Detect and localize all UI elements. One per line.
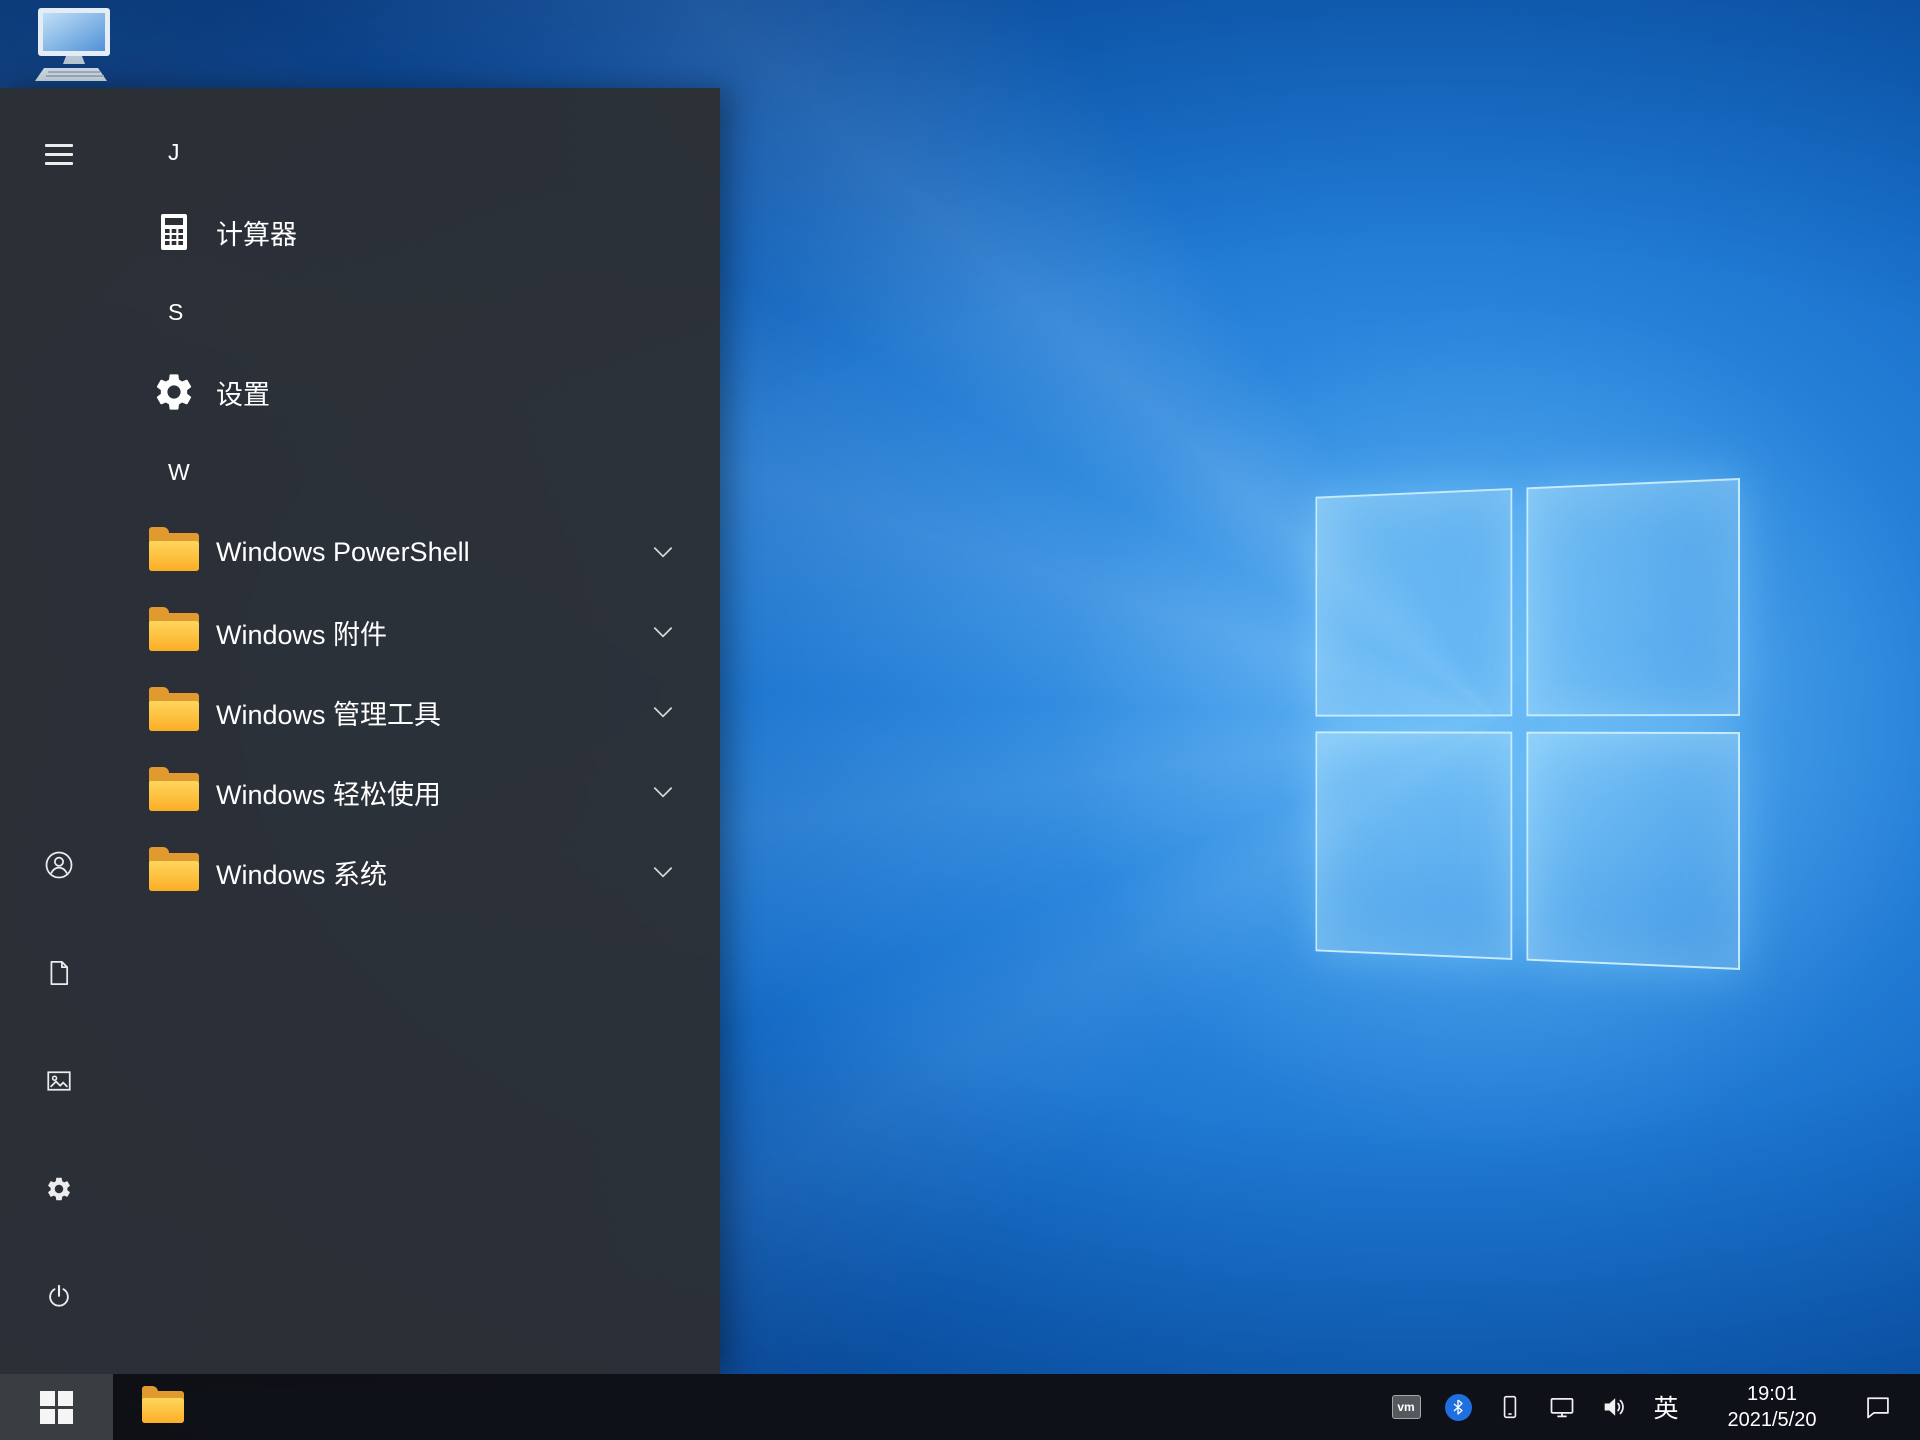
folder-icon — [146, 847, 202, 897]
ime-indicator-button[interactable]: 英 — [1640, 1374, 1692, 1440]
app-list-group-windows-accessories[interactable]: Windows 附件 — [118, 592, 720, 672]
menu-expand-button[interactable] — [0, 106, 118, 202]
chevron-down-icon — [652, 866, 674, 879]
app-list-section-header-j[interactable]: J — [118, 112, 720, 192]
clock-time: 19:01 — [1746, 1383, 1798, 1405]
document-icon — [50, 961, 69, 985]
settings-button[interactable] — [0, 1135, 118, 1243]
hamburger-icon — [45, 138, 73, 171]
calculator-icon — [146, 207, 202, 257]
app-label: Windows 管理工具 — [216, 699, 442, 730]
vmware-icon: vm — [1391, 1395, 1421, 1419]
app-list-section-header-s[interactable]: S — [118, 272, 720, 352]
app-label: Windows 轻松使用 — [216, 779, 442, 810]
device-tray-button[interactable] — [1484, 1374, 1536, 1440]
volume-icon — [1604, 1398, 1624, 1416]
app-list-group-windows-system[interactable]: Windows 系统 — [118, 832, 720, 912]
section-header-label: J — [168, 138, 180, 165]
app-list-section-header-w[interactable]: W — [118, 432, 720, 512]
power-icon — [49, 1284, 69, 1307]
bluetooth-icon — [1444, 1393, 1472, 1421]
tablet-icon — [1503, 1395, 1517, 1419]
file-explorer-icon — [142, 1386, 184, 1423]
start-menu-rail — [0, 88, 118, 1374]
section-header-label: S — [168, 298, 184, 325]
chevron-down-icon — [652, 786, 674, 799]
windows-logo-icon — [40, 1390, 73, 1424]
app-label: Windows PowerShell — [216, 536, 470, 567]
section-header-label: W — [168, 458, 190, 485]
taskbar-clock[interactable]: 19:01 2021/5/20 — [1692, 1374, 1852, 1440]
folder-icon — [146, 527, 202, 577]
network-tray-button[interactable] — [1536, 1374, 1588, 1440]
action-center-button[interactable] — [1852, 1374, 1904, 1440]
system-tray: vm 英 19:01 2021/5/20 — [1380, 1374, 1920, 1440]
clock-date: 2021/5/20 — [1727, 1409, 1817, 1431]
app-label: Windows 附件 — [216, 619, 388, 650]
documents-button[interactable] — [0, 919, 118, 1027]
pictures-button[interactable] — [0, 1027, 118, 1135]
app-list-item-calculator[interactable]: 计算器 — [118, 192, 720, 272]
ime-language-label: 英 — [1653, 1395, 1679, 1423]
folder-icon — [146, 607, 202, 657]
user-account-button[interactable] — [0, 811, 118, 919]
chevron-down-icon — [652, 626, 674, 639]
start-menu: J 计算器 S 设置 W Windows PowerShell Windows … — [0, 88, 720, 1374]
network-icon — [1550, 1397, 1574, 1418]
gear-icon — [48, 1177, 70, 1201]
pictures-icon — [47, 1071, 71, 1091]
action-center-icon — [1867, 1397, 1889, 1419]
start-menu-app-list: J 计算器 S 设置 W Windows PowerShell Windows … — [118, 88, 720, 1374]
folder-icon — [146, 767, 202, 817]
start-button[interactable] — [0, 1374, 113, 1440]
taskbar: vm 英 19:01 2021/5/20 — [0, 1374, 1920, 1440]
user-icon — [45, 851, 73, 879]
folder-icon — [146, 687, 202, 737]
app-list-group-windows-ease-of-access[interactable]: Windows 轻松使用 — [118, 752, 720, 832]
desktop-icon-this-pc[interactable] — [26, 6, 126, 86]
app-label: 计算器 — [216, 219, 297, 250]
app-list-group-windows-admin-tools[interactable]: Windows 管理工具 — [118, 672, 720, 752]
bluetooth-tray-button[interactable] — [1432, 1374, 1484, 1440]
chevron-down-icon — [652, 706, 674, 719]
app-list-group-windows-powershell[interactable]: Windows PowerShell — [118, 512, 720, 592]
vmware-tray-button[interactable]: vm — [1380, 1374, 1432, 1440]
chevron-down-icon — [652, 546, 674, 559]
app-label: Windows 系统 — [216, 859, 388, 890]
settings-gear-icon — [146, 367, 202, 417]
computer-icon — [35, 8, 110, 81]
taskbar-file-explorer-button[interactable] — [113, 1374, 213, 1440]
app-label: 设置 — [216, 379, 270, 410]
start-menu-rail-bottom — [0, 811, 118, 1351]
power-button[interactable] — [0, 1243, 118, 1351]
volume-tray-button[interactable] — [1588, 1374, 1640, 1440]
app-list-item-settings[interactable]: 设置 — [118, 352, 720, 432]
